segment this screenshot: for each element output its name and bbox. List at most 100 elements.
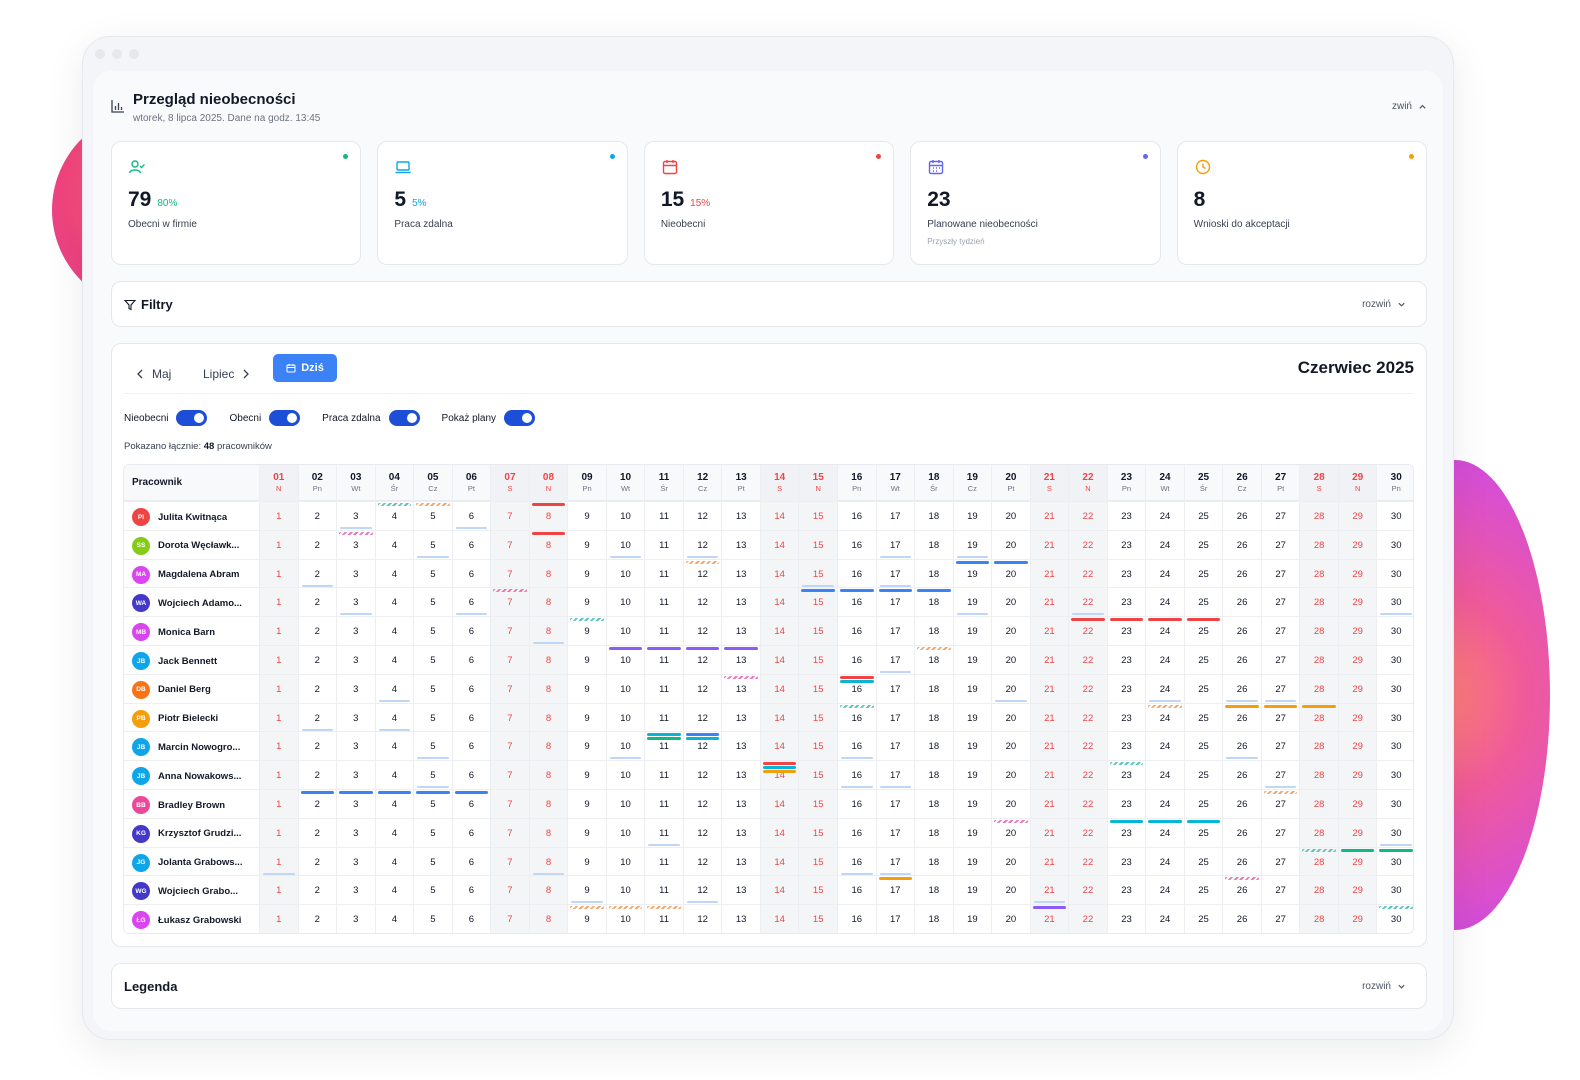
day-cell[interactable]: 8 (528, 847, 568, 877)
day-cell[interactable]: 18 (914, 761, 953, 791)
day-cell[interactable]: 18 (914, 617, 953, 647)
day-cell[interactable]: 17 (875, 876, 915, 906)
day-cell[interactable]: 1 (259, 905, 298, 933)
day-cell[interactable]: 28 (1299, 732, 1338, 762)
day-cell[interactable]: 1 (259, 732, 298, 762)
absence-bar[interactable] (685, 733, 720, 737)
day-cell[interactable]: 11 (644, 847, 683, 877)
day-cell[interactable]: 5 (413, 617, 452, 647)
day-cell[interactable]: 24 (1145, 761, 1184, 791)
day-cell[interactable]: 7 (490, 761, 529, 791)
day-cell[interactable]: 16 (837, 761, 876, 791)
day-cell[interactable]: 23 (1106, 559, 1146, 589)
day-cell[interactable]: 1 (259, 847, 298, 877)
day-cell[interactable]: 7 (490, 559, 529, 589)
day-cell[interactable]: 26 (1222, 530, 1261, 560)
absence-bar[interactable] (416, 791, 450, 794)
day-cell[interactable]: 4 (374, 732, 414, 762)
day-cell[interactable]: 12 (682, 617, 722, 647)
day-cell[interactable]: 13 (721, 502, 760, 531)
day-cell[interactable]: 4 (374, 530, 414, 560)
day-cell[interactable]: 27 (1260, 732, 1300, 762)
day-cell[interactable]: 16 (837, 876, 876, 906)
absence-bar[interactable] (1263, 704, 1298, 708)
day-cell[interactable]: 14 (759, 847, 799, 877)
table-row[interactable]: MA Magdalena Abram 1 2 3 4 5 6 7 8 9 10 11 12 13 14 15 16… (124, 558, 1413, 589)
day-cell[interactable]: 5 (413, 559, 452, 589)
day-cell[interactable]: 19 (952, 818, 992, 848)
day-cell[interactable]: 14 (759, 646, 799, 675)
day-cell[interactable]: 12 (682, 588, 722, 618)
day-cell[interactable]: 8 (528, 559, 568, 589)
day-cell[interactable]: 7 (490, 646, 529, 675)
table-row[interactable]: PB Piotr Bielecki 1 2 3 4 5 6 7 8 9 10 11 12 13 14 15 16 1… (124, 702, 1413, 733)
day-cell[interactable]: 5 (413, 674, 452, 704)
absence-bar[interactable] (1186, 618, 1221, 622)
day-cell[interactable]: 29 (1337, 876, 1377, 906)
day-cell[interactable]: 11 (644, 617, 683, 647)
planned-absence-bar[interactable] (1148, 704, 1182, 708)
day-cell[interactable]: 11 (644, 646, 683, 675)
day-cell[interactable]: 2 (297, 559, 337, 589)
day-cell[interactable]: 25 (1183, 646, 1223, 675)
day-cell[interactable]: 10 (605, 876, 645, 906)
day-cell[interactable]: 4 (374, 559, 414, 589)
filters-expand-button[interactable]: rozwiń (1362, 299, 1406, 310)
day-cell[interactable]: 13 (721, 847, 760, 877)
planned-absence-bar[interactable] (1302, 848, 1336, 852)
day-cell[interactable]: 10 (605, 617, 645, 647)
day-cell[interactable]: 12 (682, 732, 722, 762)
day-cell[interactable]: 30 (1376, 847, 1413, 877)
day-cell[interactable]: 9 (567, 761, 606, 791)
day-cell[interactable]: 15 (798, 588, 837, 618)
day-cell[interactable]: 21 (1029, 646, 1069, 675)
day-cell[interactable]: 30 (1376, 818, 1413, 848)
day-cell[interactable]: 7 (490, 818, 529, 848)
day-cell[interactable]: 28 (1299, 790, 1338, 819)
day-cell[interactable]: 26 (1222, 559, 1261, 589)
day-cell[interactable]: 30 (1376, 502, 1413, 531)
day-cell[interactable]: 23 (1106, 761, 1146, 791)
absence-bar[interactable] (917, 589, 951, 593)
day-cell[interactable]: 21 (1029, 761, 1069, 791)
day-cell[interactable]: 10 (605, 588, 645, 618)
day-cell[interactable]: 30 (1376, 732, 1413, 762)
day-cell[interactable]: 24 (1145, 847, 1184, 877)
day-cell[interactable]: 6 (451, 818, 491, 848)
day-cell[interactable]: 2 (297, 761, 337, 791)
day-cell[interactable]: 19 (952, 703, 992, 733)
day-cell[interactable]: 20 (991, 847, 1030, 877)
day-cell[interactable]: 2 (297, 732, 337, 762)
day-cell[interactable]: 26 (1222, 617, 1261, 647)
day-cell[interactable]: 10 (605, 761, 645, 791)
day-cell[interactable]: 25 (1183, 530, 1223, 560)
absence-bar[interactable] (531, 531, 566, 535)
day-cell[interactable]: 11 (644, 674, 683, 704)
day-cell[interactable]: 15 (798, 876, 837, 906)
absence-bar[interactable] (840, 675, 874, 679)
day-cell[interactable]: 6 (451, 502, 491, 531)
day-cell[interactable]: 23 (1106, 732, 1146, 762)
stat-card[interactable]: 23 Planowane nieobecności Przyszły tydzień (910, 141, 1161, 265)
day-cell[interactable]: 17 (875, 646, 915, 675)
day-cell[interactable]: 8 (528, 703, 568, 733)
day-cell[interactable]: 22 (1068, 847, 1107, 877)
day-cell[interactable]: 30 (1376, 876, 1413, 906)
absence-bar[interactable] (994, 560, 1028, 564)
absence-bar[interactable] (339, 791, 373, 794)
day-cell[interactable]: 22 (1068, 732, 1107, 762)
day-cell[interactable]: 14 (759, 588, 799, 618)
window-dot-icon[interactable] (112, 49, 122, 59)
day-cell[interactable]: 30 (1376, 761, 1413, 791)
day-cell[interactable]: 6 (451, 646, 491, 675)
day-cell[interactable]: 13 (721, 790, 760, 819)
day-cell[interactable]: 22 (1068, 790, 1107, 819)
day-cell[interactable]: 6 (451, 703, 491, 733)
day-cell[interactable]: 13 (721, 617, 760, 647)
day-cell[interactable]: 18 (914, 559, 953, 589)
day-cell[interactable]: 27 (1260, 905, 1300, 933)
day-cell[interactable]: 1 (259, 674, 298, 704)
absence-bar[interactable] (762, 762, 797, 766)
table-row[interactable]: KG Krzysztof Grudzi... 1 2 3 4 5 6 7 8 9 10 11 12 13 14… (124, 817, 1413, 848)
day-cell[interactable]: 14 (759, 502, 799, 531)
